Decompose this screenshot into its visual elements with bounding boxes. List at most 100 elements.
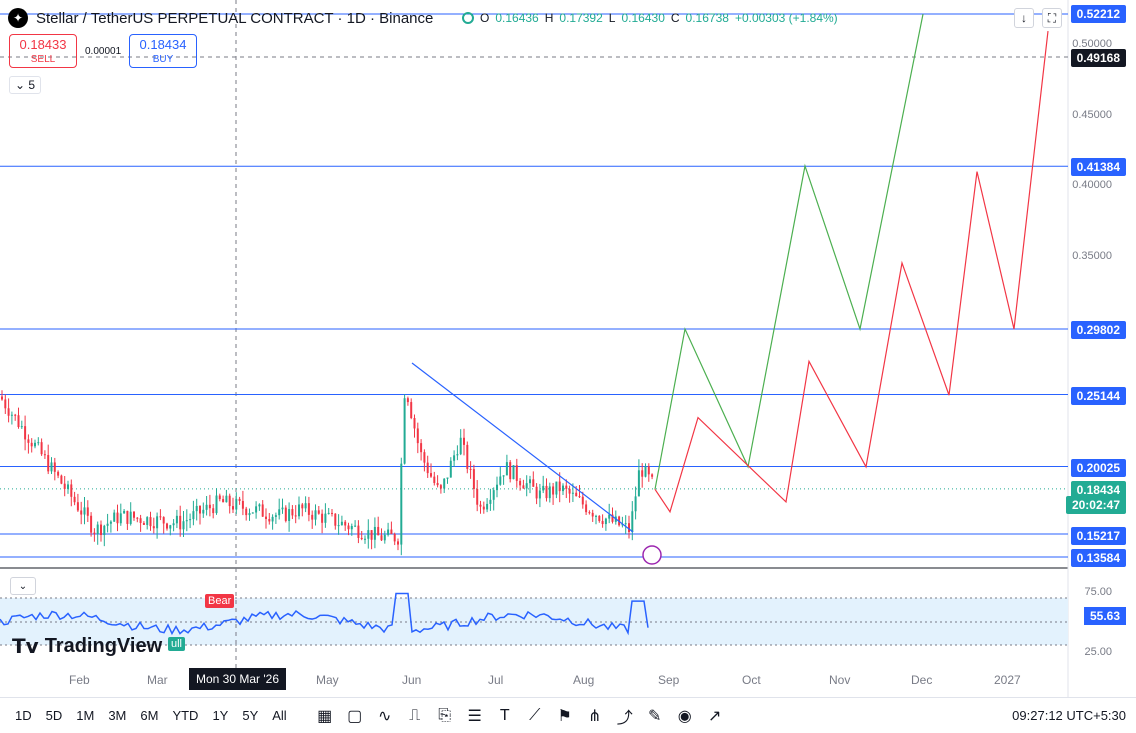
tradingview-logo[interactable]: 𝗧𝘃 TradingView [12, 634, 162, 659]
timeframe-button[interactable]: 1M [69, 708, 101, 723]
path-tool-icon[interactable]: ∿ [371, 702, 399, 730]
close-value: 0.16738 [685, 11, 729, 25]
spread-value: 0.00001 [85, 46, 122, 57]
candle-body [4, 399, 7, 409]
candle-body [27, 439, 30, 443]
rsi-level-25: 25.00 [1084, 646, 1112, 658]
candle-body [522, 485, 525, 489]
candle-body [367, 530, 370, 539]
candle-body [60, 475, 63, 484]
candle-body [502, 475, 505, 477]
candle-body [466, 444, 469, 469]
candle-body [331, 512, 333, 514]
brush-icon[interactable]: ✎ [641, 702, 669, 730]
candle-body [218, 495, 221, 500]
candle-body [317, 510, 320, 514]
eye-icon[interactable]: ◉ [671, 702, 699, 730]
fullscreen-icon[interactable]: ⛶ [1042, 8, 1062, 28]
candle-body [578, 496, 581, 498]
candle-body [37, 442, 40, 444]
candle-body [571, 492, 574, 494]
candle-body [301, 504, 304, 509]
forecast-icon[interactable]: ⋔ [581, 702, 609, 730]
candle-body [166, 523, 168, 529]
candle-body [608, 514, 611, 519]
rectangle-tool-icon[interactable]: ▢ [341, 702, 369, 730]
trend-line-icon[interactable]: ⟋ [521, 702, 549, 730]
time-axis-label: Feb [69, 673, 90, 687]
candle-body [555, 481, 558, 495]
price-tag: 0.13584 [1070, 549, 1126, 567]
chart-canvas[interactable] [0, 0, 1136, 697]
candle-body [360, 537, 363, 540]
collapse-pane-button[interactable]: ⌄ [10, 577, 36, 595]
candle-body [175, 515, 178, 524]
fib-tool-icon[interactable]: ☰ [461, 702, 489, 730]
candle-body [34, 442, 36, 447]
timeframe-button[interactable]: 5D [39, 708, 70, 723]
candle-body [509, 462, 512, 480]
calendar-icon[interactable]: ▦ [311, 702, 339, 730]
arrow-tool-icon[interactable]: ↗ [701, 702, 729, 730]
candle-body [212, 508, 215, 514]
candle-body [436, 482, 439, 486]
timeframe-button[interactable]: All [265, 708, 293, 723]
price-tag: 0.25144 [1070, 387, 1126, 405]
symbol-title[interactable]: Stellar / TetherUS PERPETUAL CONTRACT · … [36, 10, 433, 27]
candle-body [20, 426, 23, 428]
long-position-icon[interactable]: ⎍ [401, 702, 429, 730]
candle-body [139, 518, 142, 523]
symbol-header: ✦ Stellar / TetherUS PERPETUAL CONTRACT … [8, 8, 433, 28]
candle-body [637, 470, 640, 497]
candle-body [492, 490, 495, 500]
candle-body [321, 513, 324, 523]
candle-body [93, 532, 96, 535]
candle-body [631, 511, 634, 533]
buy-button[interactable]: 0.18434 BUY [129, 34, 197, 68]
high-value: 0.17392 [559, 11, 603, 25]
candle-body [641, 470, 644, 477]
text-tool-icon[interactable]: T [491, 702, 519, 730]
timeframe-button[interactable]: 3M [101, 708, 133, 723]
time-axis-label: May [316, 673, 339, 687]
candle-body [179, 515, 182, 530]
price-tag: 0.29802 [1070, 321, 1126, 339]
bottom-toolbar: 1D 5D 1M 3M 6M YTD 1Y 5Y All ▦ ▢ ∿ ⎍ ⎘ ☰ T ⟋ ⚑ ⋔… [0, 697, 1136, 733]
lots-value: 5 [28, 78, 36, 92]
price-axis-label: 0.45000 [1072, 109, 1112, 121]
candle-body [558, 481, 561, 492]
candle-body [215, 495, 218, 514]
candle-body [7, 408, 10, 416]
download-icon[interactable]: ↓ [1014, 8, 1034, 28]
candle-body [43, 454, 46, 456]
candle-body [515, 465, 518, 481]
flag-icon[interactable]: ⚑ [551, 702, 579, 730]
candle-body [314, 510, 317, 520]
ohlc-readout: O 0.16436 H 0.17392 L 0.16430 C 0.16738 +0.0… [462, 11, 838, 25]
candle-body [113, 512, 116, 522]
candle-body [377, 526, 380, 536]
candle-body [420, 443, 423, 453]
sell-button[interactable]: 0.18433 SELL [9, 34, 77, 68]
price-tag: 0.49168 [1070, 49, 1126, 67]
polyline-icon[interactable]: ⤴ [611, 702, 639, 730]
lots-dropdown[interactable]: ⌄ 5 [9, 76, 42, 94]
timeframe-button[interactable]: 5Y [235, 708, 265, 723]
candle-body [601, 520, 604, 525]
timeframe-button[interactable]: 1D [8, 708, 39, 723]
timeframe-button[interactable]: 6M [133, 708, 165, 723]
timeframe-button[interactable]: YTD [165, 708, 205, 723]
candle-body [73, 496, 76, 503]
short-position-icon[interactable]: ⎘ [431, 702, 459, 730]
timeframe-button[interactable]: 1Y [205, 708, 235, 723]
candle-body [347, 525, 350, 530]
candle-body [67, 484, 69, 489]
close-label: C [670, 11, 680, 25]
candle-body [370, 530, 373, 540]
candle-body [311, 514, 314, 520]
candle-body [83, 507, 86, 515]
price-tag: 0.15217 [1070, 527, 1126, 545]
candle-body [136, 517, 139, 519]
candle-body [433, 476, 436, 483]
candle-body [100, 524, 102, 536]
